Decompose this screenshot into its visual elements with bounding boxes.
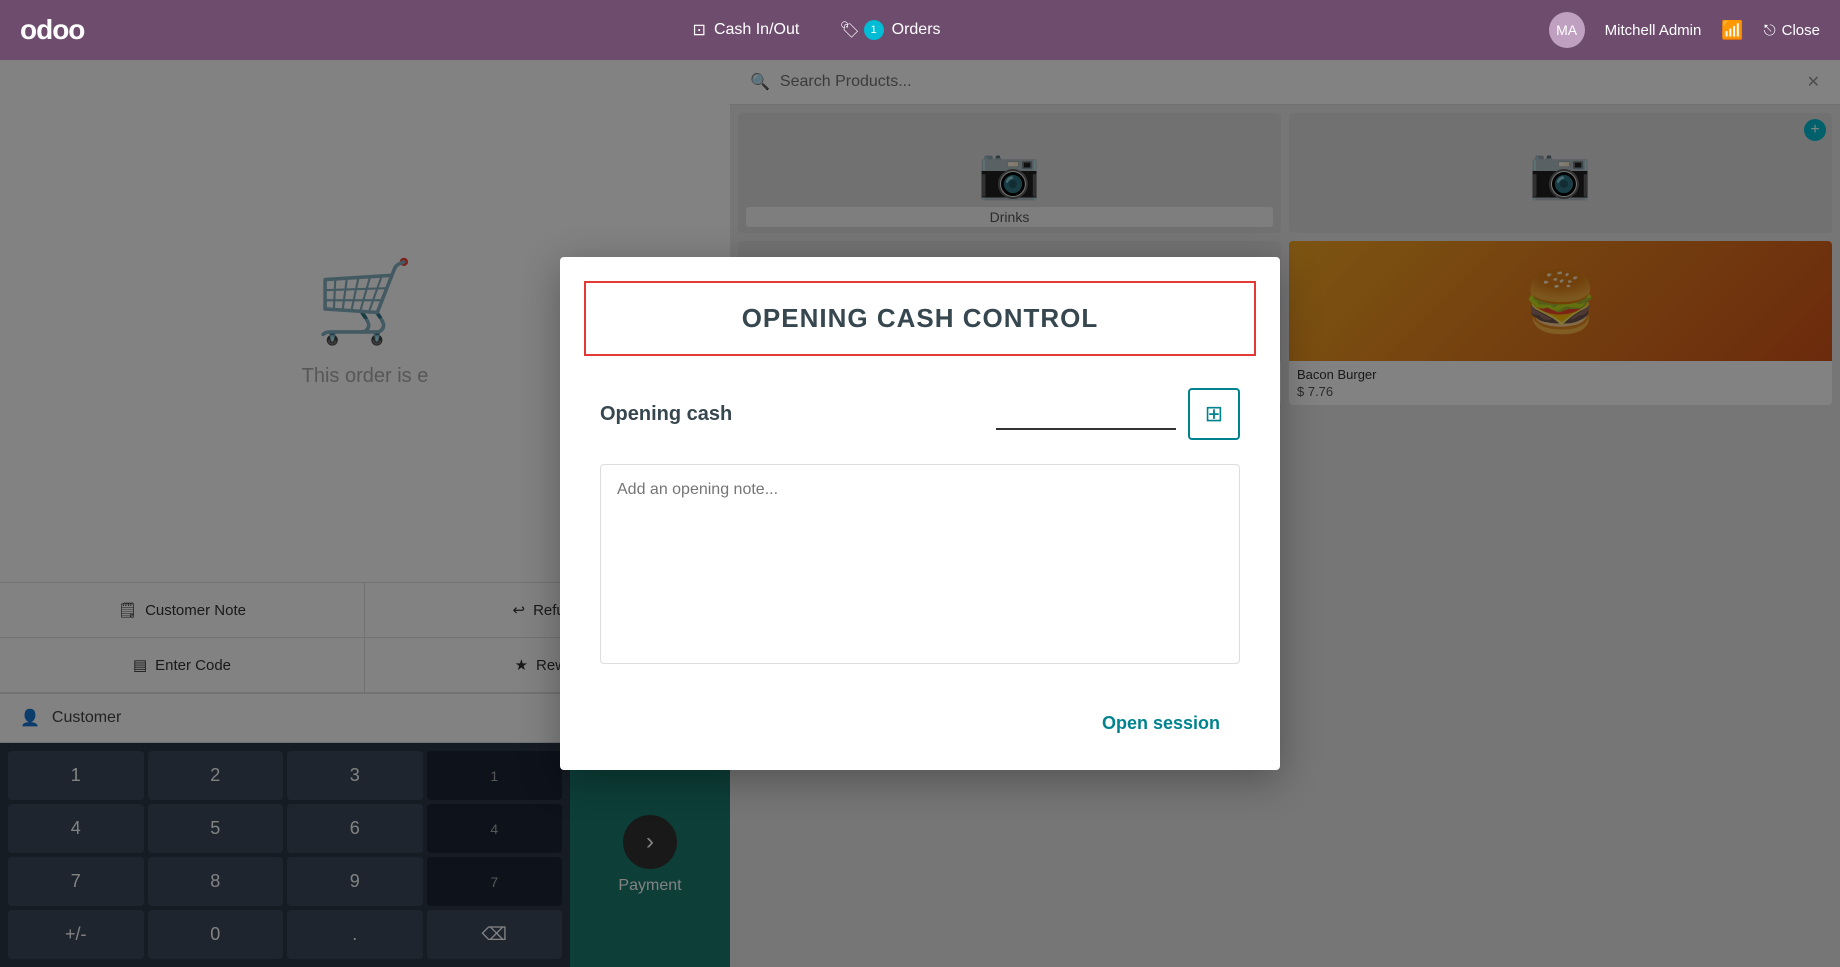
modal-header: OPENING CASH CONTROL	[584, 281, 1256, 356]
modal-body: Opening cash ⊞	[560, 356, 1280, 701]
opening-cash-row: Opening cash ⊞	[600, 388, 1240, 440]
topnav-center: ⊡ Cash In/Out 🏷 1 Orders	[114, 20, 1518, 40]
opening-cash-input-area: ⊞	[996, 388, 1240, 440]
exit-icon: ⎋	[1764, 22, 1776, 39]
orders-badge-icon: 🏷 1	[839, 20, 883, 40]
avatar: MA	[1549, 12, 1585, 48]
close-button[interactable]: ⎋ Close	[1764, 22, 1820, 39]
calculator-icon: ⊞	[1205, 401, 1223, 427]
cash-control-modal: OPENING CASH CONTROL Opening cash ⊞	[560, 257, 1280, 770]
orders-nav[interactable]: 🏷 1 Orders	[839, 20, 940, 40]
topnav-right: MA Mitchell Admin 📶 ⎋ Close	[1549, 12, 1820, 48]
open-session-label: Open session	[1102, 713, 1220, 733]
topnav: odoo ⊡ Cash In/Out 🏷 1 Orders MA Mitchel…	[0, 0, 1840, 60]
cash-in-out-label: Cash In/Out	[714, 21, 799, 39]
tag-icon: 🏷	[839, 20, 859, 40]
open-session-button[interactable]: Open session	[1082, 701, 1240, 746]
cash-icon: ⊡	[693, 20, 706, 40]
opening-note-textarea[interactable]	[600, 464, 1240, 664]
user-name: Mitchell Admin	[1605, 22, 1702, 39]
orders-label: Orders	[892, 21, 941, 39]
opening-cash-label: Opening cash	[600, 403, 732, 426]
main-layout: 🛒 This order is e 🗒 Customer Note ↩ Refu…	[0, 60, 1840, 967]
orders-badge: 1	[864, 20, 884, 40]
modal-overlay: OPENING CASH CONTROL Opening cash ⊞	[0, 60, 1840, 967]
modal-footer: Open session	[560, 701, 1280, 770]
opening-cash-input[interactable]	[996, 399, 1176, 430]
modal-title: OPENING CASH CONTROL	[606, 303, 1234, 334]
wifi-icon: 📶	[1721, 20, 1743, 41]
logo: odoo	[20, 14, 84, 46]
close-label: Close	[1782, 22, 1820, 39]
cash-in-out-nav[interactable]: ⊡ Cash In/Out	[693, 20, 800, 40]
calculator-button[interactable]: ⊞	[1188, 388, 1240, 440]
